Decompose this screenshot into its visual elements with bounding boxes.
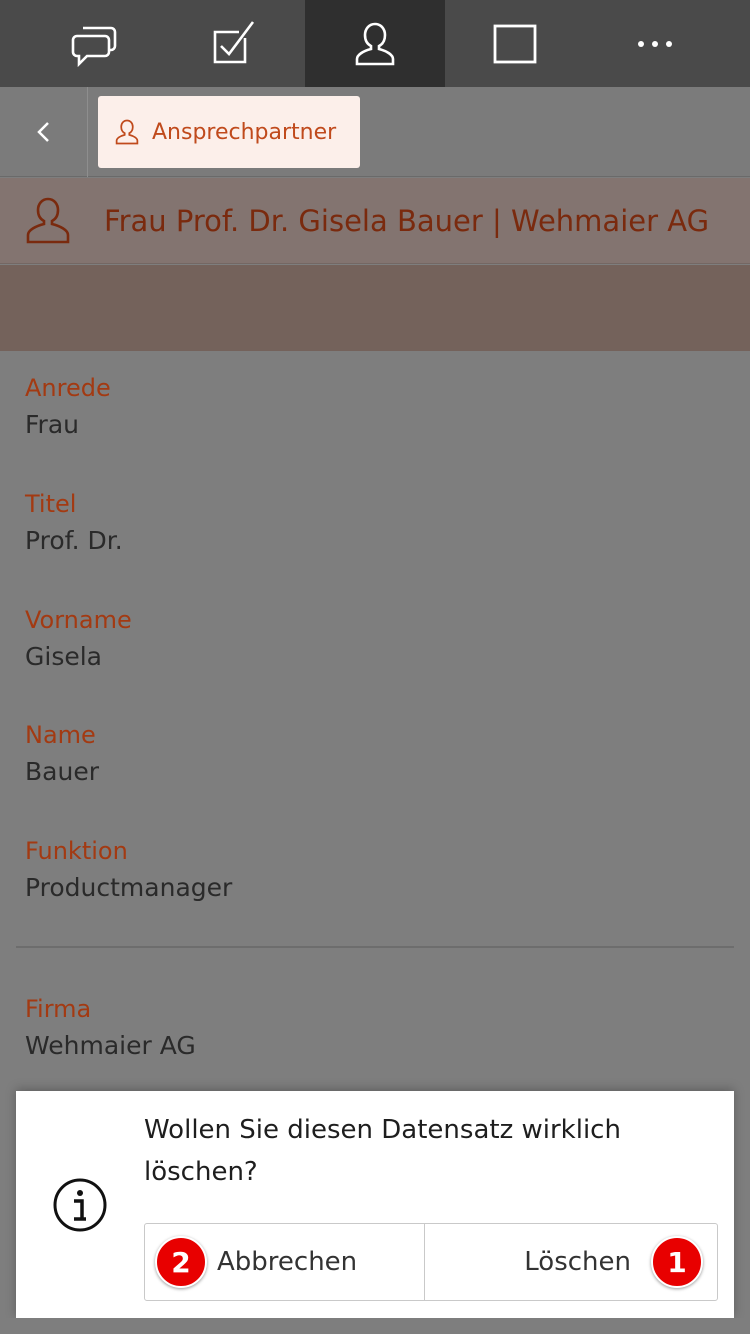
delete-label: Löschen xyxy=(524,1247,631,1277)
field-value: Wehmaier AG xyxy=(25,1031,196,1060)
field-vorname: Vorname Gisela xyxy=(25,606,132,671)
back-button[interactable] xyxy=(0,87,88,177)
nav-bar: Ansprechpartner xyxy=(0,87,750,177)
tab-tasks[interactable] xyxy=(165,0,305,87)
delete-confirm-dialog: Wollen Sie diesen Datensatz wirklich lös… xyxy=(16,1091,734,1318)
field-label: Firma xyxy=(25,995,92,1023)
checkbox-edit-icon xyxy=(213,20,255,63)
field-value: Bauer xyxy=(25,757,99,786)
tab-window[interactable] xyxy=(445,0,585,87)
dialog-buttons: 2 Abbrechen Löschen 1 xyxy=(144,1223,718,1301)
delete-button[interactable]: Löschen 1 xyxy=(425,1224,718,1300)
breadcrumb-ansprechpartner[interactable]: Ansprechpartner xyxy=(98,96,360,168)
field-funktion: Funktion Productmanager xyxy=(25,837,232,902)
person-outline-icon xyxy=(115,119,139,145)
field-titel: Titel Prof. Dr. xyxy=(25,490,123,555)
field-name: Name Bauer xyxy=(25,721,99,786)
tab-messages[interactable] xyxy=(25,0,165,87)
header-band xyxy=(0,265,750,351)
person-icon xyxy=(26,197,70,243)
cancel-button[interactable]: 2 Abbrechen xyxy=(145,1224,425,1300)
chevron-left-icon xyxy=(36,122,49,142)
step-badge: 2 xyxy=(155,1236,207,1288)
tab-contacts[interactable] xyxy=(305,0,445,87)
top-tab-bar xyxy=(0,0,750,87)
field-label: Funktion xyxy=(25,837,128,865)
field-value: Gisela xyxy=(25,642,102,671)
field-label: Vorname xyxy=(25,606,132,634)
tab-more[interactable] xyxy=(585,0,725,87)
section-divider xyxy=(16,946,734,948)
field-value: Productmanager xyxy=(25,873,233,902)
field-anrede: Anrede Frau xyxy=(25,374,111,439)
field-label: Anrede xyxy=(25,374,111,402)
chat-bubbles-icon xyxy=(71,26,117,67)
info-icon xyxy=(53,1178,107,1232)
cancel-label: Abbrechen xyxy=(217,1247,358,1277)
field-firma: Firma Wehmaier AG xyxy=(25,995,196,1060)
person-icon xyxy=(355,22,395,65)
field-value: Prof. Dr. xyxy=(25,526,123,555)
bottom-toolbar-peek xyxy=(0,1318,750,1334)
window-icon xyxy=(493,24,537,63)
field-value: Frau xyxy=(25,410,80,439)
dialog-message: Wollen Sie diesen Datensatz wirklich lös… xyxy=(144,1115,621,1187)
step-badge: 1 xyxy=(651,1236,703,1288)
breadcrumb-label: Ansprechpartner xyxy=(152,119,337,145)
record-title: Frau Prof. Dr. Gisela Bauer | Wehmaier A… xyxy=(104,203,710,238)
field-label: Name xyxy=(25,721,96,749)
field-label: Titel xyxy=(25,490,77,518)
record-header: Frau Prof. Dr. Gisela Bauer | Wehmaier A… xyxy=(0,178,750,264)
more-dots-icon xyxy=(638,40,672,47)
